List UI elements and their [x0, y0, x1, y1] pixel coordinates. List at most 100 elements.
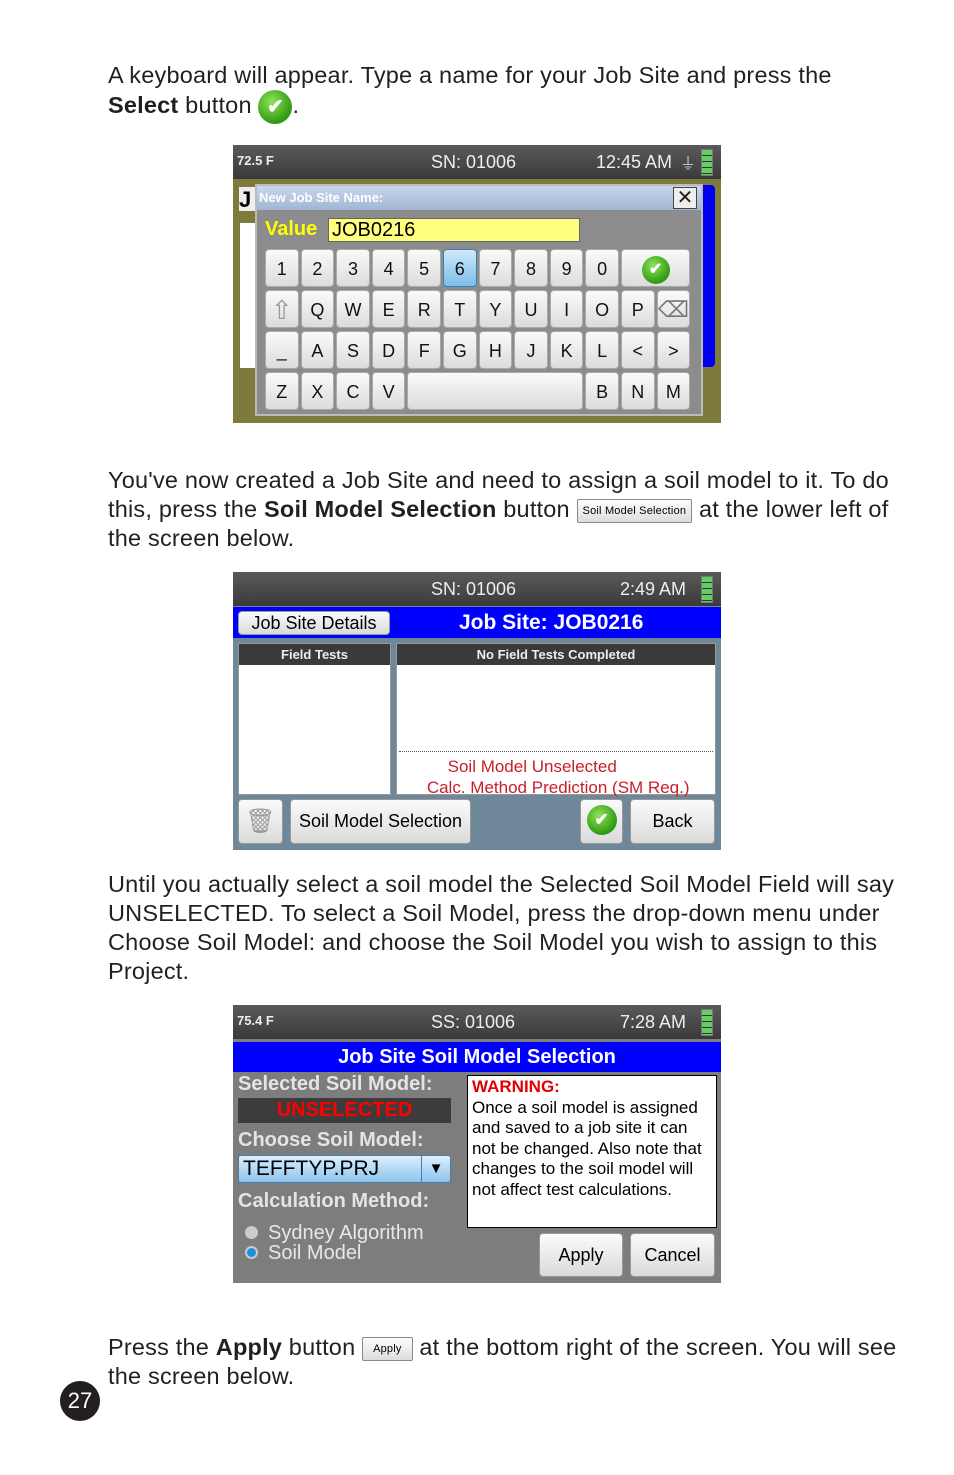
job-site-details-button[interactable]: Job Site Details [238, 611, 390, 635]
job-site-screenshot: SN: 01006 2:49 AM Job Site Details Job S… [233, 572, 721, 850]
soil-model-label: Soil Model [447, 757, 527, 776]
page-number: 27 [60, 1381, 100, 1421]
dropdown-value: TEFFTYP.PRJ [243, 1157, 380, 1180]
back-button[interactable]: Back [630, 799, 715, 844]
apply-button[interactable]: Apply [539, 1233, 623, 1277]
warning-title: WARNING: [472, 1077, 560, 1096]
keyboard-dialog: New Job Site Name: ✕ Value JOB0216 12345… [255, 184, 703, 416]
key-N[interactable]: N [621, 372, 655, 410]
plug-icon: ⏚ [680, 156, 697, 173]
key-Z[interactable]: Z [265, 372, 299, 410]
check-icon: ✔ [641, 256, 670, 285]
text: button [178, 92, 259, 119]
soil-model-dropdown[interactable]: TEFFTYP.PRJ ▼ [238, 1155, 451, 1183]
bold-text: Select [108, 92, 179, 119]
warning-box: WARNING: Once a soil model is assigned a… [467, 1075, 717, 1228]
warning-text: Once a soil model is assigned and saved … [472, 1097, 702, 1199]
clock: 12:45 AM [596, 152, 673, 172]
status-bar: 75.4 F SS: 01006 7:28 AM [233, 1005, 721, 1039]
key-F[interactable]: F [407, 331, 441, 369]
key-W[interactable]: W [336, 290, 370, 328]
serial-number: SN: 01006 [431, 152, 517, 172]
text: . [292, 92, 300, 119]
text: button [496, 496, 577, 522]
radio-unselected-icon [245, 1226, 258, 1239]
key-9[interactable]: 9 [549, 249, 584, 287]
key-I[interactable]: I [549, 290, 584, 328]
key-Y[interactable]: Y [478, 290, 513, 328]
key-_[interactable]: _ [265, 331, 299, 369]
confirm-button[interactable]: ✔ [580, 799, 623, 844]
enter-key[interactable]: ✔ [621, 249, 691, 287]
key-7[interactable]: 7 [478, 249, 513, 287]
status-bar: 72.5 F SN: 01006 12:45 AM ⏚ [233, 145, 721, 179]
key-S[interactable]: S [336, 331, 370, 369]
shift-arrow-icon: ⇧ [270, 295, 293, 325]
key-6[interactable]: 6 [443, 249, 477, 287]
cancel-button[interactable]: Cancel [630, 1233, 715, 1277]
key-O[interactable]: O [585, 290, 619, 328]
key-E[interactable]: E [371, 290, 406, 328]
key-T[interactable]: T [443, 290, 477, 328]
battery-icon [701, 576, 713, 603]
field-tests-header: Field Tests [239, 644, 390, 665]
key-H[interactable]: H [478, 331, 513, 369]
backspace-icon: ⌫ [657, 297, 689, 322]
soil-model-info: Soil Model Unselected Calc. Method Predi… [397, 756, 713, 798]
selected-soil-model-label: Selected Soil Model: [238, 1073, 433, 1095]
key-A[interactable]: A [300, 331, 335, 369]
clock: 7:28 AM [620, 1012, 687, 1032]
key-J[interactable]: J [514, 331, 548, 369]
soil-model-selection-button[interactable]: Soil Model Selection [290, 799, 471, 844]
screen-title: Job Site: JOB0216 [459, 611, 644, 634]
key-B[interactable]: B [585, 372, 619, 410]
key-C[interactable]: C [336, 372, 370, 410]
space-key[interactable] [407, 372, 584, 410]
field-tests-list[interactable]: Field Tests [238, 643, 391, 795]
value-input[interactable]: JOB0216 [328, 218, 580, 242]
key-L[interactable]: L [585, 331, 619, 369]
radio-sydney[interactable]: Sydney Algorithm [245, 1223, 424, 1243]
choose-soil-model-label: Choose Soil Model: [238, 1129, 424, 1151]
key-1[interactable]: 1 [265, 249, 299, 287]
radio-selected-icon [245, 1246, 258, 1259]
key-D[interactable]: D [371, 331, 406, 369]
backspace-key[interactable]: ⌫ [656, 290, 691, 328]
calc-method-label: Calc. Method [426, 778, 527, 797]
radio-label: Sydney Algorithm [268, 1222, 424, 1244]
selected-soil-model-value: UNSELECTED [238, 1098, 451, 1123]
key->[interactable]: > [656, 331, 691, 369]
clock: 2:49 AM [620, 579, 687, 599]
key-3[interactable]: 3 [336, 249, 370, 287]
key-<[interactable]: < [621, 331, 655, 369]
key-8[interactable]: 8 [514, 249, 548, 287]
key-R[interactable]: R [407, 290, 441, 328]
trash-icon: 🗑 [245, 808, 276, 835]
status-bar: SN: 01006 2:49 AM [233, 572, 721, 606]
key-P[interactable]: P [621, 290, 655, 328]
battery-icon [701, 149, 713, 176]
close-button[interactable]: ✕ [673, 187, 697, 209]
key-X[interactable]: X [300, 372, 335, 410]
soil-model-selection-button-image: Soil Model Selection [576, 498, 693, 523]
calculation-method-label: Calculation Method: [238, 1190, 430, 1212]
key-0[interactable]: 0 [585, 249, 619, 287]
serial-number: SS: 01006 [431, 1012, 516, 1032]
shift-key[interactable]: ⇧ [265, 290, 299, 328]
value-label: Value [265, 218, 318, 240]
key-2[interactable]: 2 [300, 249, 335, 287]
chevron-down-icon: ▼ [421, 1156, 450, 1182]
key-4[interactable]: 4 [371, 249, 406, 287]
key-U[interactable]: U [514, 290, 548, 328]
paragraph-3: Until you actually select a soil model t… [108, 870, 908, 986]
key-K[interactable]: K [549, 331, 584, 369]
key-G[interactable]: G [443, 331, 477, 369]
radio-soil-model[interactable]: Soil Model [245, 1243, 424, 1263]
keyboard-screenshot: 72.5 F SN: 01006 12:45 AM ⏚ J New Job Si… [233, 145, 721, 423]
text: A keyboard will appear. Type a name for … [108, 62, 832, 88]
delete-button[interactable]: 🗑 [238, 799, 283, 844]
key-Q[interactable]: Q [300, 290, 335, 328]
key-M[interactable]: M [656, 372, 691, 410]
key-V[interactable]: V [371, 372, 406, 410]
key-5[interactable]: 5 [407, 249, 441, 287]
